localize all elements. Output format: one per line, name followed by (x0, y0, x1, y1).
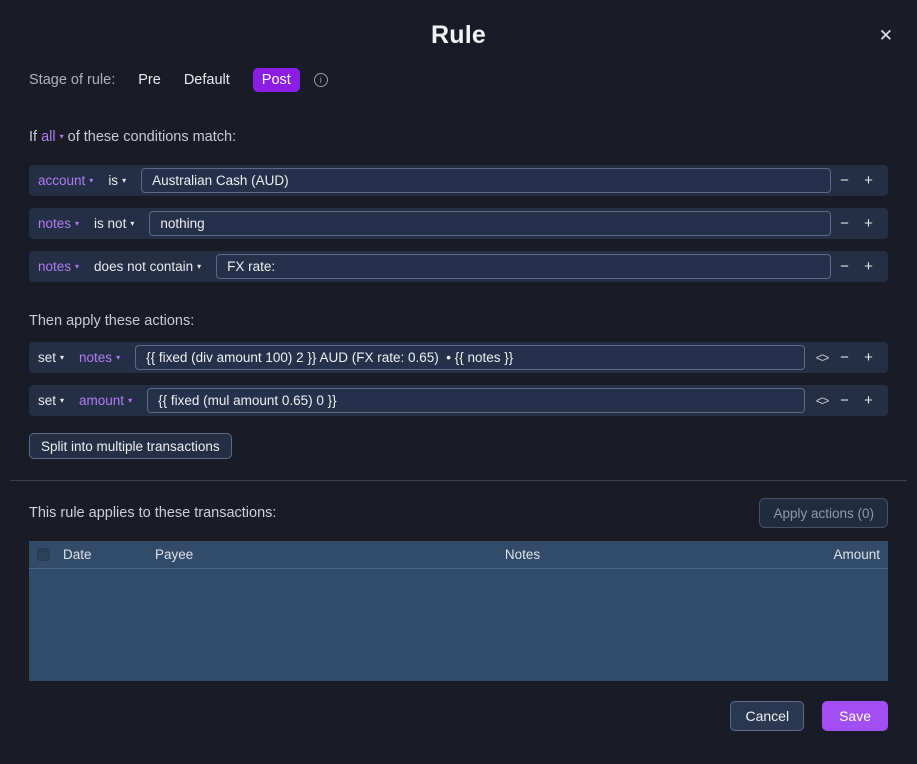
column-header-amount: Amount (730, 547, 880, 562)
column-header-payee: Payee (155, 547, 315, 562)
condition-op-select[interactable]: is not▾ (94, 216, 134, 231)
remove-condition-button[interactable]: − (834, 172, 855, 189)
rule-modal: Rule ✕ Stage of rule: Pre Default Post i… (0, 0, 917, 764)
conditions-prefix: If (29, 129, 37, 145)
action-field-select[interactable]: notes▾ (79, 350, 120, 365)
chevron-down-icon: ▾ (116, 353, 120, 362)
action-row: set▾ notes▾ <> − + (29, 342, 888, 373)
add-condition-button[interactable]: + (858, 258, 879, 275)
chevron-down-icon: ▾ (89, 176, 93, 185)
condition-value-input[interactable] (141, 168, 831, 193)
condition-op-select[interactable]: is▾ (108, 173, 126, 188)
split-transactions-button[interactable]: Split into multiple transactions (29, 433, 232, 459)
transactions-header-row: This rule applies to these transactions:… (0, 498, 917, 528)
column-header-date: Date (63, 547, 155, 562)
condition-field-select[interactable]: notes▾ (38, 259, 79, 274)
stage-label: Stage of rule: (29, 72, 115, 88)
condition-value-input[interactable] (149, 211, 831, 236)
chevron-down-icon: ▾ (130, 219, 134, 228)
actions-heading: Then apply these actions: (0, 313, 917, 329)
page-title: Rule (0, 0, 917, 50)
remove-action-button[interactable]: − (834, 392, 855, 409)
transactions-table-header: Date Payee Notes Amount (29, 541, 888, 569)
cancel-button[interactable]: Cancel (730, 701, 804, 731)
chevron-down-icon: ▾ (60, 353, 64, 362)
action-value-input[interactable] (147, 388, 805, 413)
column-header-notes: Notes (315, 547, 730, 562)
add-action-button[interactable]: + (858, 349, 879, 366)
condition-field-select[interactable]: account▾ (38, 173, 93, 188)
template-code-icon[interactable]: <> (813, 351, 831, 365)
condition-op-select[interactable]: does not contain▾ (94, 259, 201, 274)
action-verb-select[interactable]: set▾ (38, 393, 64, 408)
action-field-select[interactable]: amount▾ (79, 393, 132, 408)
conditions-heading: If all▾ of these conditions match: (0, 129, 917, 145)
chevron-down-icon: ▾ (60, 396, 64, 405)
footer: Cancel Save (0, 701, 917, 731)
chevron-down-icon: ▾ (60, 132, 64, 141)
template-code-icon[interactable]: <> (813, 394, 831, 408)
stage-option-post[interactable]: Post (253, 68, 300, 92)
add-action-button[interactable]: + (858, 392, 879, 409)
divider (10, 480, 907, 481)
conditions-list: account▾ is▾ − + notes▾ is not▾ − + note… (0, 165, 917, 282)
add-condition-button[interactable]: + (858, 215, 879, 232)
transactions-table: Date Payee Notes Amount (29, 541, 888, 681)
add-condition-button[interactable]: + (858, 172, 879, 189)
stage-option-pre[interactable]: Pre (138, 72, 161, 88)
conditions-suffix: of these conditions match: (68, 129, 236, 145)
condition-row: notes▾ does not contain▾ − + (29, 251, 888, 282)
remove-condition-button[interactable]: − (834, 258, 855, 275)
condition-value-input[interactable] (216, 254, 831, 279)
chevron-down-icon: ▾ (75, 262, 79, 271)
select-all-checkbox[interactable] (37, 548, 50, 561)
action-value-input[interactable] (135, 345, 805, 370)
chevron-down-icon: ▾ (128, 396, 132, 405)
chevron-down-icon: ▾ (75, 219, 79, 228)
transactions-heading: This rule applies to these transactions: (29, 505, 276, 521)
transactions-empty-body (29, 569, 888, 680)
condition-row: account▾ is▾ − + (29, 165, 888, 196)
save-button[interactable]: Save (822, 701, 888, 731)
actions-list: set▾ notes▾ <> − + set▾ amount▾ <> − + (0, 342, 917, 416)
condition-field-select[interactable]: notes▾ (38, 216, 79, 231)
stage-option-default[interactable]: Default (184, 72, 230, 88)
chevron-down-icon: ▾ (122, 176, 126, 185)
conditions-operator-select[interactable]: all▾ (41, 129, 64, 145)
action-verb-select[interactable]: set▾ (38, 350, 64, 365)
apply-actions-button[interactable]: Apply actions (0) (759, 498, 888, 528)
stage-row: Stage of rule: Pre Default Post i (0, 68, 917, 92)
condition-row: notes▾ is not▾ − + (29, 208, 888, 239)
remove-condition-button[interactable]: − (834, 215, 855, 232)
remove-action-button[interactable]: − (834, 349, 855, 366)
info-icon: i (314, 73, 328, 87)
action-row: set▾ amount▾ <> − + (29, 385, 888, 416)
chevron-down-icon: ▾ (197, 262, 201, 271)
close-icon[interactable]: ✕ (879, 27, 893, 44)
